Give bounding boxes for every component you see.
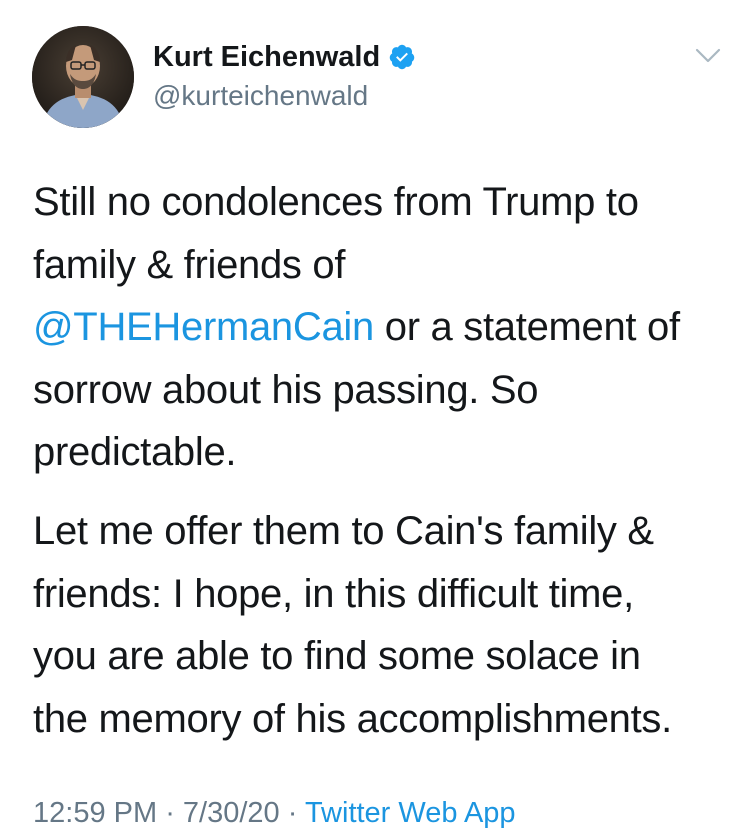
author-name-row[interactable]: Kurt Eichenwald [153,40,416,74]
chevron-down-icon[interactable] [694,46,722,66]
tweet-card: Kurt Eichenwald @kurteichenwald Still no… [0,0,750,834]
tweet-text-line: you are able to find some solace in [33,634,641,678]
tweet-date[interactable]: 7/30/20 [183,797,280,829]
tweet-text-line: predictable. [33,430,237,474]
tweet-source-link[interactable]: Twitter Web App [305,797,516,829]
verified-badge-icon [388,43,416,71]
separator: · [279,797,305,829]
tweet-time[interactable]: 12:59 PM [33,797,157,829]
tweet-text-line: Still no condolences from Trump to [33,180,639,224]
separator: · [157,797,183,829]
tweet-text-line: sorrow about his passing. So [33,367,539,412]
mention-link[interactable]: @THEHermanCain [33,305,374,349]
author-display-name[interactable]: Kurt Eichenwald [153,40,380,74]
tweet-text-line: friends: I hope, in this difficult time, [33,571,634,616]
tweet-text-line: Let me offer them to Cain's family & [33,509,654,553]
tweet-text-line: the memory of his accomplishments. [33,696,672,741]
tweet-metadata: 12:59 PM · 7/30/20 · Twitter Web App [33,795,516,831]
tweet-paragraph-2: Let me offer them to Cain's family & fri… [33,500,733,750]
tweet-text-fragment: or a statement of [373,305,680,349]
tweet-text-line: @THEHermanCain or a statement of [33,296,733,359]
tweet-paragraph-1: Still no condolences from Trump to famil… [33,171,733,484]
author-handle[interactable]: @kurteichenwald [153,80,368,112]
avatar[interactable] [32,26,134,128]
tweet-text-line: family & friends of [33,242,346,287]
